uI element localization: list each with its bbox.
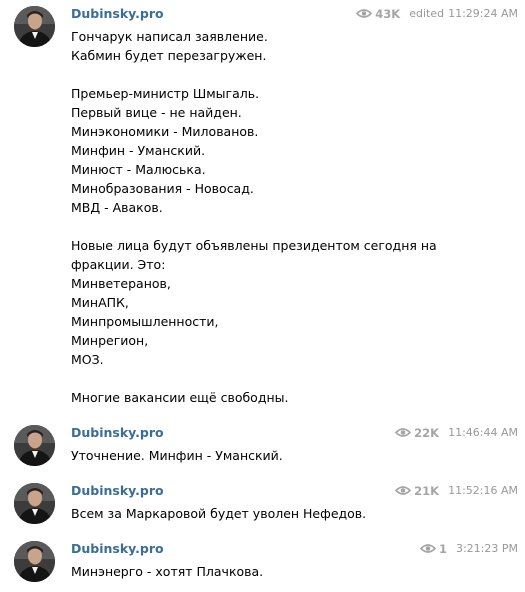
text-line: Минрегион, <box>71 333 149 348</box>
text-line: Уточнение. Минфин - Уманский. <box>71 448 283 463</box>
timestamp[interactable]: 11:52:16 AM <box>448 484 518 497</box>
author-name[interactable]: Dubinsky.pro <box>71 541 164 556</box>
text-line: Минэкономики - Милованов. <box>71 124 259 139</box>
text-line <box>71 217 437 236</box>
eye-icon <box>395 486 412 495</box>
message-meta: 22K 11:46:44 AM <box>395 425 518 440</box>
message-text: Гончарук написал заявление. Кабмин будет… <box>71 27 437 407</box>
view-count: 22K <box>414 425 440 440</box>
text-line: Минветеранов, <box>71 276 171 291</box>
message-meta: 21K 11:52:16 AM <box>395 483 518 498</box>
eye-icon <box>356 9 373 18</box>
text-line: Минюст - Малюська. <box>71 162 206 177</box>
edited-label: edited <box>409 7 445 20</box>
message-text: Минэнерго - хотят Плачкова. <box>71 562 263 581</box>
text-line: Первый вице - не найден. <box>71 105 242 120</box>
text-line: Минфин - Уманский. <box>71 143 206 158</box>
text-line: Минпромышленности, <box>71 314 219 329</box>
timestamp[interactable]: 11:29:24 AM <box>448 7 518 20</box>
eye-icon <box>395 428 412 437</box>
text-line: МинАПК, <box>71 295 129 310</box>
text-line: Всем за Маркаровой будет уволен Нефедов. <box>71 506 367 521</box>
author-name[interactable]: Dubinsky.pro <box>71 483 164 498</box>
text-line: МОЗ. <box>71 352 104 367</box>
timestamp[interactable]: 3:21:23 PM <box>456 542 518 555</box>
text-line: МВД - Аваков. <box>71 200 163 215</box>
text-line: Минобразования - Новосад. <box>71 181 254 196</box>
text-line: фракции. Это: <box>71 257 166 272</box>
text-line <box>71 65 437 84</box>
message-meta: 43K edited 11:29:24 AM <box>356 6 518 21</box>
avatar[interactable] <box>14 541 55 582</box>
text-line: Многие вакансии ещё свободны. <box>71 390 289 405</box>
author-name[interactable]: Dubinsky.pro <box>71 425 164 440</box>
author-name[interactable]: Dubinsky.pro <box>71 6 164 21</box>
eye-icon <box>419 544 436 553</box>
timestamp[interactable]: 11:46:44 AM <box>448 426 518 439</box>
text-line <box>71 369 437 388</box>
view-count: 43K <box>375 6 401 21</box>
avatar[interactable] <box>14 425 55 466</box>
message-text: Всем за Маркаровой будет уволен Нефедов. <box>71 504 366 523</box>
view-count: 1 <box>438 541 447 556</box>
avatar[interactable] <box>14 483 55 524</box>
text-line: Гончарук написал заявление. <box>71 29 268 44</box>
text-line: Новые лица будут объявлены президентом с… <box>71 238 437 253</box>
message-text: Уточнение. Минфин - Уманский. <box>71 446 283 465</box>
avatar[interactable] <box>14 6 55 47</box>
message-meta: 1 3:21:23 PM <box>419 541 518 556</box>
text-line: Кабмин будет перезагружен. <box>71 48 267 63</box>
view-count: 21K <box>414 483 440 498</box>
text-line: Минэнерго - хотят Плачкова. <box>71 564 264 579</box>
text-line: Премьер-министр Шмыгаль. <box>71 86 260 101</box>
